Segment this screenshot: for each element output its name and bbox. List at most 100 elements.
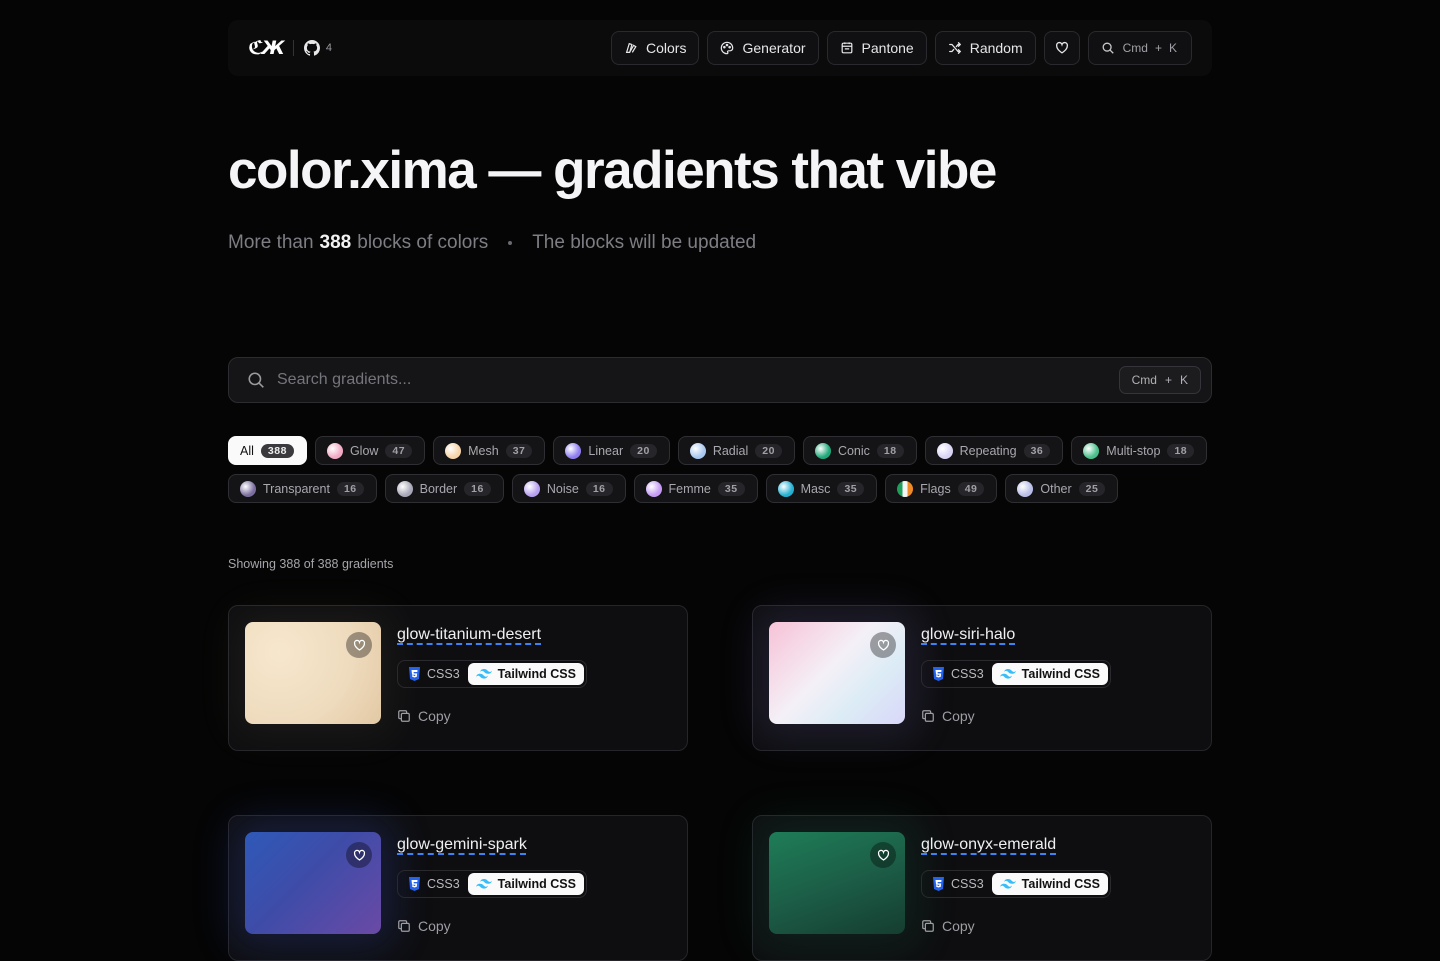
- filter-count: 18: [876, 443, 904, 458]
- filter-chip-femme[interactable]: Femme 35: [633, 474, 758, 503]
- format-toggle: CSS3 Tailwind CSS: [397, 660, 587, 688]
- copy-label: Copy: [418, 918, 451, 934]
- tailwind-icon: [475, 669, 492, 679]
- tailwind-label: Tailwind CSS: [497, 667, 576, 681]
- favorite-button[interactable]: [870, 842, 896, 868]
- copy-label: Copy: [418, 708, 451, 724]
- filter-swatch: [1083, 442, 1100, 459]
- favorite-button[interactable]: [346, 842, 372, 868]
- css3-format-button[interactable]: CSS3: [924, 663, 992, 685]
- nav-random-button[interactable]: Random: [934, 31, 1036, 65]
- filter-chip-border[interactable]: Border 16: [384, 474, 504, 503]
- filter-count: 35: [717, 481, 745, 496]
- copy-button[interactable]: Copy: [921, 918, 975, 934]
- css3-format-button[interactable]: CSS3: [924, 873, 992, 895]
- copy-button[interactable]: Copy: [397, 708, 451, 724]
- filter-label: Noise: [546, 481, 579, 496]
- filter-swatch: [814, 442, 831, 459]
- filter-chip-linear[interactable]: Linear 20: [553, 436, 670, 465]
- tailwind-format-button[interactable]: Tailwind CSS: [991, 663, 1108, 685]
- category-filter-list: All 388 Glow 47 Mesh 37 Linear 20 Radial 20 Conic 1…: [228, 436, 1212, 503]
- filter-count: 37: [505, 443, 533, 458]
- filter-chip-all[interactable]: All 388: [228, 436, 307, 465]
- tailwind-format-button[interactable]: Tailwind CSS: [467, 663, 584, 685]
- filter-label: Transparent: [263, 481, 330, 496]
- gradient-preview[interactable]: [245, 622, 381, 724]
- brand: ℭЖ 4: [248, 37, 332, 59]
- favorite-button[interactable]: [346, 632, 372, 658]
- copy-icon: [922, 920, 934, 932]
- filter-swatch: [326, 442, 343, 459]
- tailwind-format-button[interactable]: Tailwind CSS: [991, 873, 1108, 895]
- filter-chip-mesh[interactable]: Mesh 37: [433, 436, 546, 465]
- nav-colors-label: Colors: [646, 40, 687, 56]
- filter-chip-repeating[interactable]: Repeating 36: [924, 436, 1064, 465]
- heart-icon: [1055, 41, 1068, 54]
- filter-swatch: [523, 480, 540, 497]
- filter-chip-glow[interactable]: Glow 47: [314, 436, 426, 465]
- gradient-name[interactable]: glow-titanium-desert: [397, 626, 541, 644]
- filter-label: Glow: [349, 443, 379, 458]
- shuffle-icon: [948, 42, 961, 54]
- filter-chip-multi-stop[interactable]: Multi-stop 18: [1071, 436, 1208, 465]
- gradient-preview[interactable]: [245, 832, 381, 934]
- favorites-button[interactable]: [1043, 31, 1080, 65]
- css3-icon: [409, 667, 420, 681]
- subtitle-prefix: More than: [228, 232, 314, 253]
- filter-count: 35: [837, 481, 865, 496]
- tailwind-icon: [999, 879, 1016, 889]
- filter-swatch: [565, 442, 582, 459]
- heart-icon: [877, 849, 889, 861]
- css3-format-button[interactable]: CSS3: [400, 873, 468, 895]
- filter-chip-masc[interactable]: Masc 35: [765, 474, 878, 503]
- filter-chip-radial[interactable]: Radial 20: [677, 436, 795, 465]
- tailwind-label: Tailwind CSS: [1021, 877, 1100, 891]
- shortcut-key: K: [1179, 373, 1188, 387]
- shortcut-mod: Cmd: [1131, 373, 1157, 387]
- search-shortcut: Cmd + K: [1123, 41, 1177, 55]
- site-logo[interactable]: ℭЖ: [248, 37, 285, 59]
- gradient-preview[interactable]: [769, 622, 905, 724]
- shortcut-key: K: [1168, 41, 1177, 55]
- search-shortcut-badge: Cmd + K: [1118, 366, 1201, 394]
- filter-chip-transparent[interactable]: Transparent 16: [228, 474, 377, 503]
- heart-icon: [353, 639, 365, 651]
- css3-label: CSS3: [427, 667, 460, 681]
- filter-count: 36: [1023, 443, 1051, 458]
- format-toggle: CSS3 Tailwind CSS: [921, 660, 1111, 688]
- nav-colors-button[interactable]: Colors: [611, 31, 700, 65]
- filter-chip-flags[interactable]: Flags 49: [885, 474, 998, 503]
- shortcut-plus: +: [1164, 373, 1172, 387]
- tailwind-format-button[interactable]: Tailwind CSS: [467, 873, 584, 895]
- github-link[interactable]: 4: [303, 40, 332, 56]
- gradient-name[interactable]: glow-siri-halo: [921, 626, 1015, 644]
- copy-button[interactable]: Copy: [921, 708, 975, 724]
- gradient-name[interactable]: glow-onyx-emerald: [921, 836, 1056, 854]
- nav-pantone-label: Pantone: [861, 40, 914, 56]
- subtitle-update-note: The blocks will be updated: [532, 232, 757, 253]
- filter-label: Border: [419, 481, 458, 496]
- page-title: color.xima — gradients that vibe: [228, 141, 997, 200]
- filter-label: Other: [1040, 481, 1072, 496]
- filter-count: 49: [957, 481, 985, 496]
- gradient-preview[interactable]: [769, 832, 905, 934]
- filter-swatch: [645, 480, 662, 497]
- nav-generator-button[interactable]: Generator: [707, 31, 819, 65]
- css3-format-button[interactable]: CSS3: [400, 663, 468, 685]
- filter-label: Masc: [800, 481, 831, 496]
- filter-chip-conic[interactable]: Conic 18: [802, 436, 917, 465]
- format-toggle: CSS3 Tailwind CSS: [921, 870, 1111, 898]
- search-input[interactable]: [275, 370, 1119, 390]
- gradient-card: glow-gemini-spark CSS3 Tailwind CSS Copy: [228, 815, 688, 961]
- filter-chip-other[interactable]: Other 25: [1005, 474, 1119, 503]
- filter-swatch: [445, 442, 462, 459]
- search-icon: [248, 372, 264, 388]
- filter-chip-noise[interactable]: Noise 16: [511, 474, 626, 503]
- favorite-button[interactable]: [870, 632, 896, 658]
- nav-pantone-button[interactable]: Pantone: [826, 31, 927, 65]
- filter-count: 20: [755, 443, 782, 458]
- filter-swatch: [936, 442, 953, 459]
- nav-search-button[interactable]: Cmd + K: [1087, 31, 1192, 65]
- gradient-name[interactable]: glow-gemini-spark: [397, 836, 527, 854]
- copy-button[interactable]: Copy: [397, 918, 451, 934]
